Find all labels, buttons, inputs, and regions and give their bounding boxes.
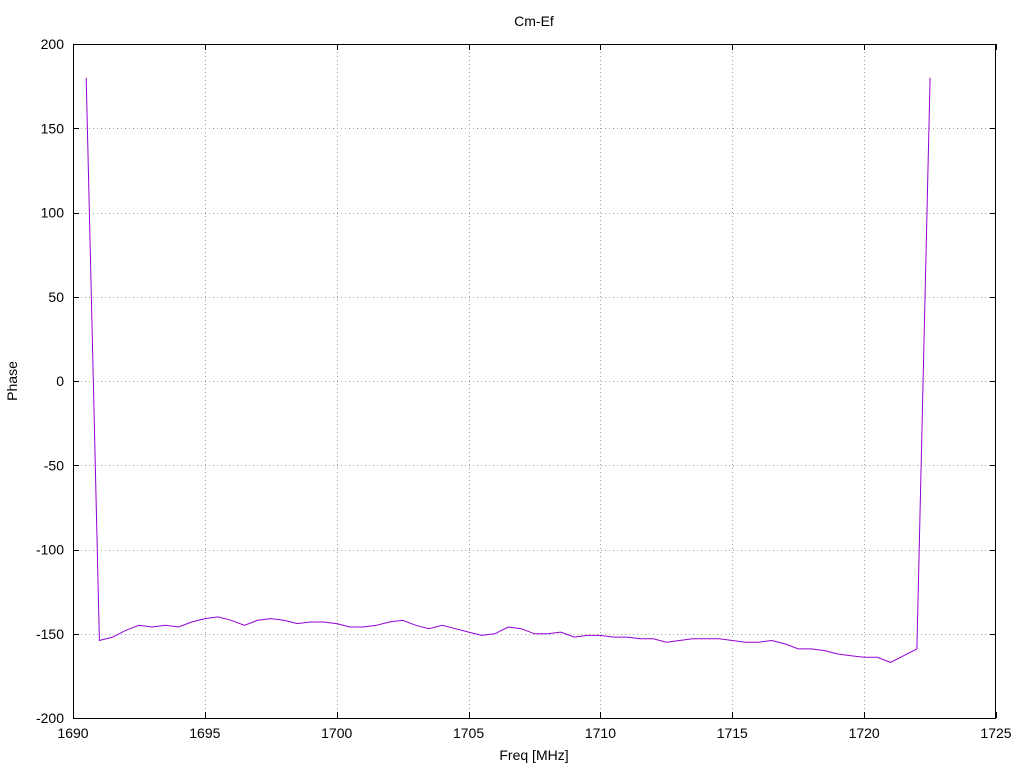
series-line	[85, 77, 931, 663]
y-tick-label: 150	[41, 120, 65, 136]
phase-line-chart: 1690 1695 1700 1705 1710 1715 1720 1725 -200 -150…	[4, 13, 1012, 763]
y-tick-label: 200	[41, 36, 65, 52]
y-tick-label: -150	[36, 626, 64, 642]
x-tick-label: 1720	[849, 725, 880, 741]
x-tick-label: 1715	[717, 725, 748, 741]
y-tick-label: 0	[56, 373, 64, 389]
x-tick-label: 1695	[189, 725, 220, 741]
y-axis-title: Phase	[4, 361, 20, 401]
x-tick-label: 1690	[57, 725, 88, 741]
x-tick-label: 1710	[585, 725, 616, 741]
x-tick-label: 1705	[453, 725, 484, 741]
grid-lines	[73, 44, 996, 718]
chart-title: Cm-Ef	[514, 13, 554, 29]
y-tick-label: -50	[44, 457, 64, 473]
y-tick-label: -200	[36, 710, 64, 726]
x-axis-title: Freq [MHz]	[499, 747, 568, 763]
y-tick-label: 100	[41, 205, 65, 221]
tick-labels: 1690 1695 1700 1705 1710 1715 1720 1725 -200 -150…	[36, 36, 1012, 741]
x-tick-label: 1725	[980, 725, 1011, 741]
x-tick-label: 1700	[321, 725, 352, 741]
y-tick-label: 50	[48, 289, 64, 305]
y-tick-label: -100	[36, 542, 64, 558]
